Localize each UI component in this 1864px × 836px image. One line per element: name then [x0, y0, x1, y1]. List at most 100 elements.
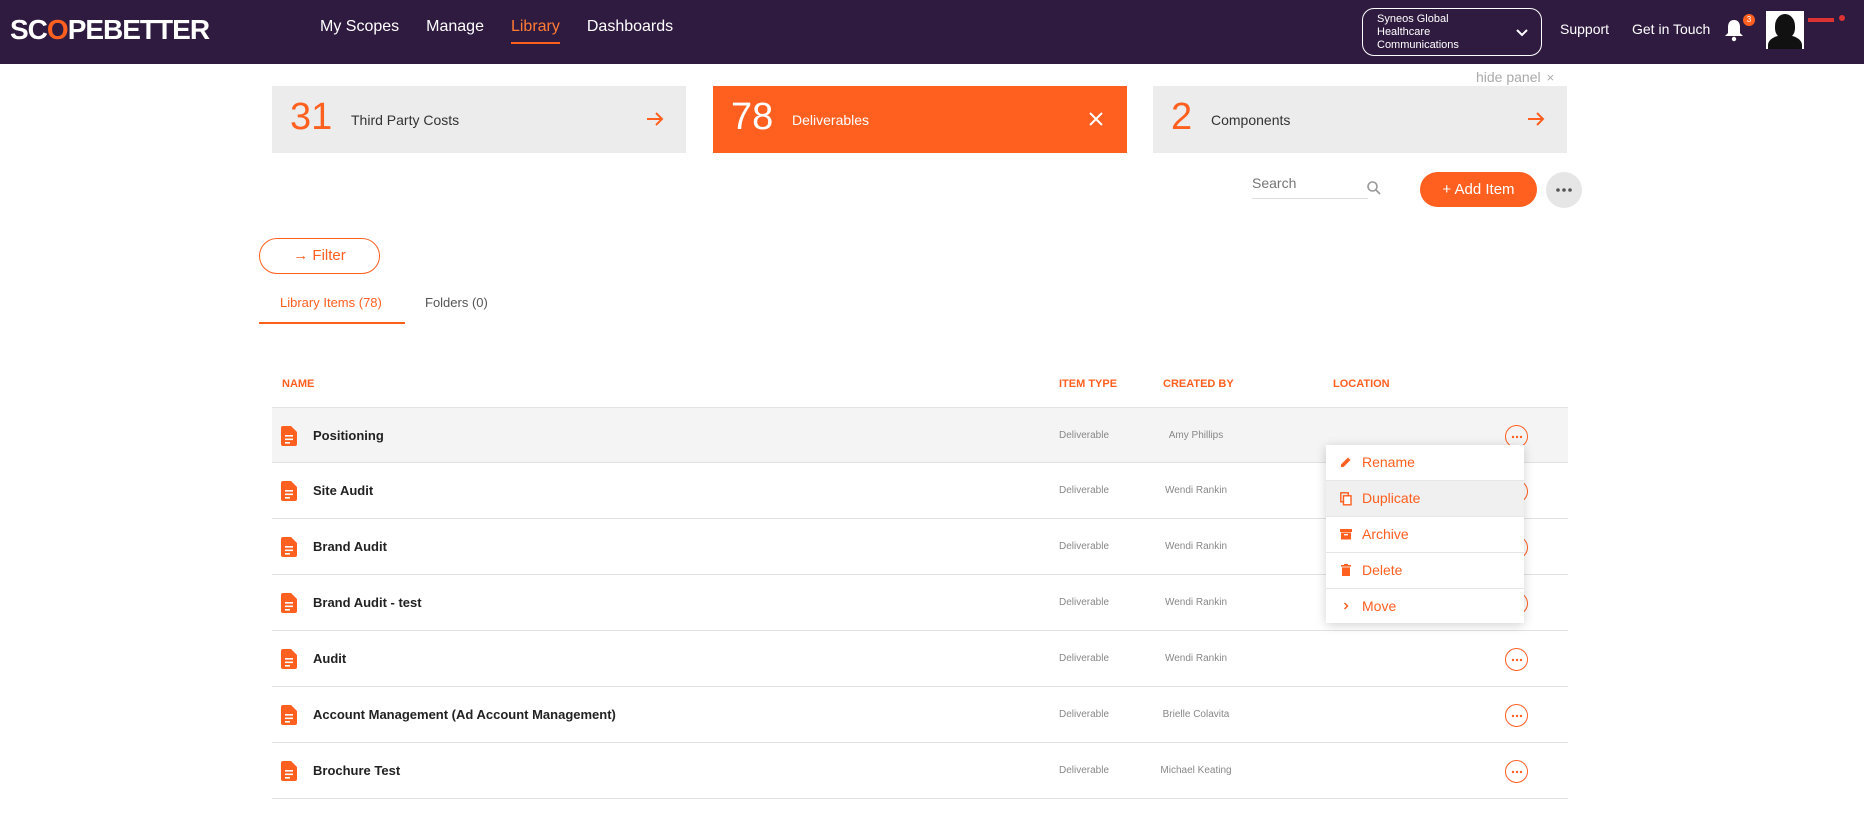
get-in-touch-link[interactable]: Get in Touch — [1632, 21, 1710, 37]
stat-label: Deliverables — [792, 112, 870, 128]
column-header-created-by[interactable]: CREATED BY — [1163, 378, 1234, 390]
logo-text-start: SC — [10, 14, 48, 45]
item-type: Deliverable — [1059, 597, 1110, 608]
document-icon — [281, 593, 297, 613]
menu-item-rename[interactable]: Rename — [1326, 445, 1524, 481]
stat-deliverables[interactable]: 78 Deliverables — [713, 86, 1127, 153]
menu-item-label: Rename — [1362, 454, 1415, 470]
hide-panel-label: hide panel — [1476, 69, 1541, 85]
document-icon — [281, 481, 297, 501]
item-type: Deliverable — [1059, 430, 1110, 441]
item-created-by: Wendi Rankin — [1164, 653, 1228, 664]
search-field — [1252, 175, 1368, 199]
ellipsis-icon — [1511, 770, 1523, 774]
item-name[interactable]: Audit — [313, 651, 346, 666]
nav-dashboards[interactable]: Dashboards — [587, 18, 673, 44]
main-nav: My Scopes Manage Library Dashboards — [320, 18, 673, 44]
document-icon — [281, 649, 297, 669]
item-created-by: Amy Phillips — [1168, 430, 1224, 441]
item-created-by: Wendi Rankin — [1164, 485, 1228, 496]
stat-components[interactable]: 2 Components — [1153, 86, 1567, 153]
item-type: Deliverable — [1059, 709, 1110, 720]
support-link[interactable]: Support — [1560, 21, 1609, 37]
menu-item-label: Delete — [1362, 562, 1403, 578]
row-actions-button[interactable] — [1505, 704, 1528, 727]
item-name[interactable]: Site Audit — [313, 483, 373, 498]
ellipsis-icon — [1511, 714, 1523, 718]
row-context-menu: Rename Duplicate Archive Delete Move — [1326, 445, 1524, 623]
nav-my-scopes[interactable]: My Scopes — [320, 18, 399, 44]
row-actions-button[interactable] — [1505, 648, 1528, 671]
item-created-by: Michael Keating — [1160, 765, 1232, 776]
search-icon[interactable] — [1366, 180, 1382, 196]
copy-icon — [1340, 492, 1352, 506]
trash-icon — [1341, 564, 1351, 576]
chevron-right-icon — [1343, 602, 1349, 610]
stat-third-party-costs[interactable]: 31 Third Party Costs — [272, 86, 686, 153]
arrow-right-icon — [647, 112, 664, 126]
item-type: Deliverable — [1059, 541, 1110, 552]
ellipsis-icon — [1511, 435, 1523, 439]
more-options-button[interactable] — [1546, 172, 1582, 208]
document-icon — [281, 705, 297, 725]
document-icon — [281, 426, 297, 446]
menu-item-label: Duplicate — [1362, 490, 1421, 506]
close-icon[interactable] — [1085, 108, 1107, 130]
menu-item-delete[interactable]: Delete — [1326, 553, 1524, 589]
avatar[interactable] — [1766, 11, 1804, 49]
item-created-by: Wendi Rankin — [1164, 597, 1228, 608]
active-tab-indicator — [259, 322, 405, 324]
menu-item-archive[interactable]: Archive — [1326, 517, 1524, 553]
ellipsis-icon — [1556, 188, 1572, 192]
organization-select[interactable]: Syneos Global Healthcare Communications — [1362, 8, 1542, 56]
hide-panel-toggle[interactable]: hide panel × — [1476, 69, 1554, 85]
top-bar: SCOPEBETTER My Scopes Manage Library Das… — [0, 0, 1864, 64]
nav-manage[interactable]: Manage — [426, 18, 484, 44]
stat-number: 31 — [290, 96, 333, 138]
menu-item-move[interactable]: Move — [1326, 589, 1524, 625]
ellipsis-icon — [1511, 658, 1523, 662]
item-type: Deliverable — [1059, 653, 1110, 664]
org-name-line-2: Healthcare — [1377, 26, 1431, 38]
arrow-right-icon — [1528, 112, 1545, 126]
filter-button[interactable]: → Filter — [259, 238, 380, 274]
search-input[interactable] — [1252, 175, 1352, 191]
nav-library[interactable]: Library — [510, 18, 560, 44]
logo-text-end: PEBETTER — [67, 14, 210, 45]
table-row[interactable]: Account Management (Ad Account Managemen… — [272, 687, 1568, 743]
item-created-by: Brielle Colavita — [1162, 709, 1230, 720]
archive-icon — [1340, 529, 1352, 540]
item-name[interactable]: Brand Audit - test — [313, 595, 422, 610]
stat-label: Components — [1211, 112, 1291, 128]
table-row[interactable]: Brochure Test Deliverable Michael Keatin… — [272, 743, 1568, 799]
stat-label: Third Party Costs — [351, 112, 460, 128]
item-name[interactable]: Brand Audit — [313, 539, 387, 554]
tab-folders[interactable]: Folders (0) — [425, 295, 488, 310]
pencil-icon — [1341, 457, 1351, 467]
menu-item-duplicate[interactable]: Duplicate — [1326, 481, 1524, 517]
org-name-line-3: Communications — [1377, 39, 1459, 51]
tab-library-items[interactable]: Library Items (78) — [280, 295, 382, 310]
document-icon — [281, 761, 297, 781]
row-actions-button[interactable] — [1505, 760, 1528, 783]
stat-number: 2 — [1171, 96, 1193, 138]
item-name[interactable]: Positioning — [313, 428, 384, 443]
item-created-by: Wendi Rankin — [1164, 541, 1228, 552]
item-name[interactable]: Brochure Test — [313, 763, 400, 778]
column-header-name[interactable]: NAME — [282, 378, 314, 390]
close-icon: × — [1546, 70, 1555, 85]
column-header-item-type[interactable]: ITEM TYPE — [1059, 378, 1117, 390]
document-icon — [281, 537, 297, 557]
column-header-location[interactable]: LOCATION — [1333, 378, 1390, 390]
scopebetter-logo[interactable]: SCOPEBETTER — [10, 14, 210, 46]
item-name[interactable]: Account Management (Ad Account Managemen… — [313, 707, 616, 722]
notification-badge: 3 — [1743, 14, 1755, 26]
table-row[interactable]: Audit Deliverable Wendi Rankin — [272, 631, 1568, 687]
avatar-body-shape — [1768, 35, 1802, 49]
item-type: Deliverable — [1059, 485, 1110, 496]
chevron-down-icon — [1516, 29, 1528, 37]
menu-item-label: Archive — [1362, 526, 1409, 542]
org-name-line-1: Syneos Global — [1377, 13, 1449, 25]
add-item-button[interactable]: + Add Item — [1420, 172, 1537, 207]
stat-number: 78 — [731, 96, 774, 138]
